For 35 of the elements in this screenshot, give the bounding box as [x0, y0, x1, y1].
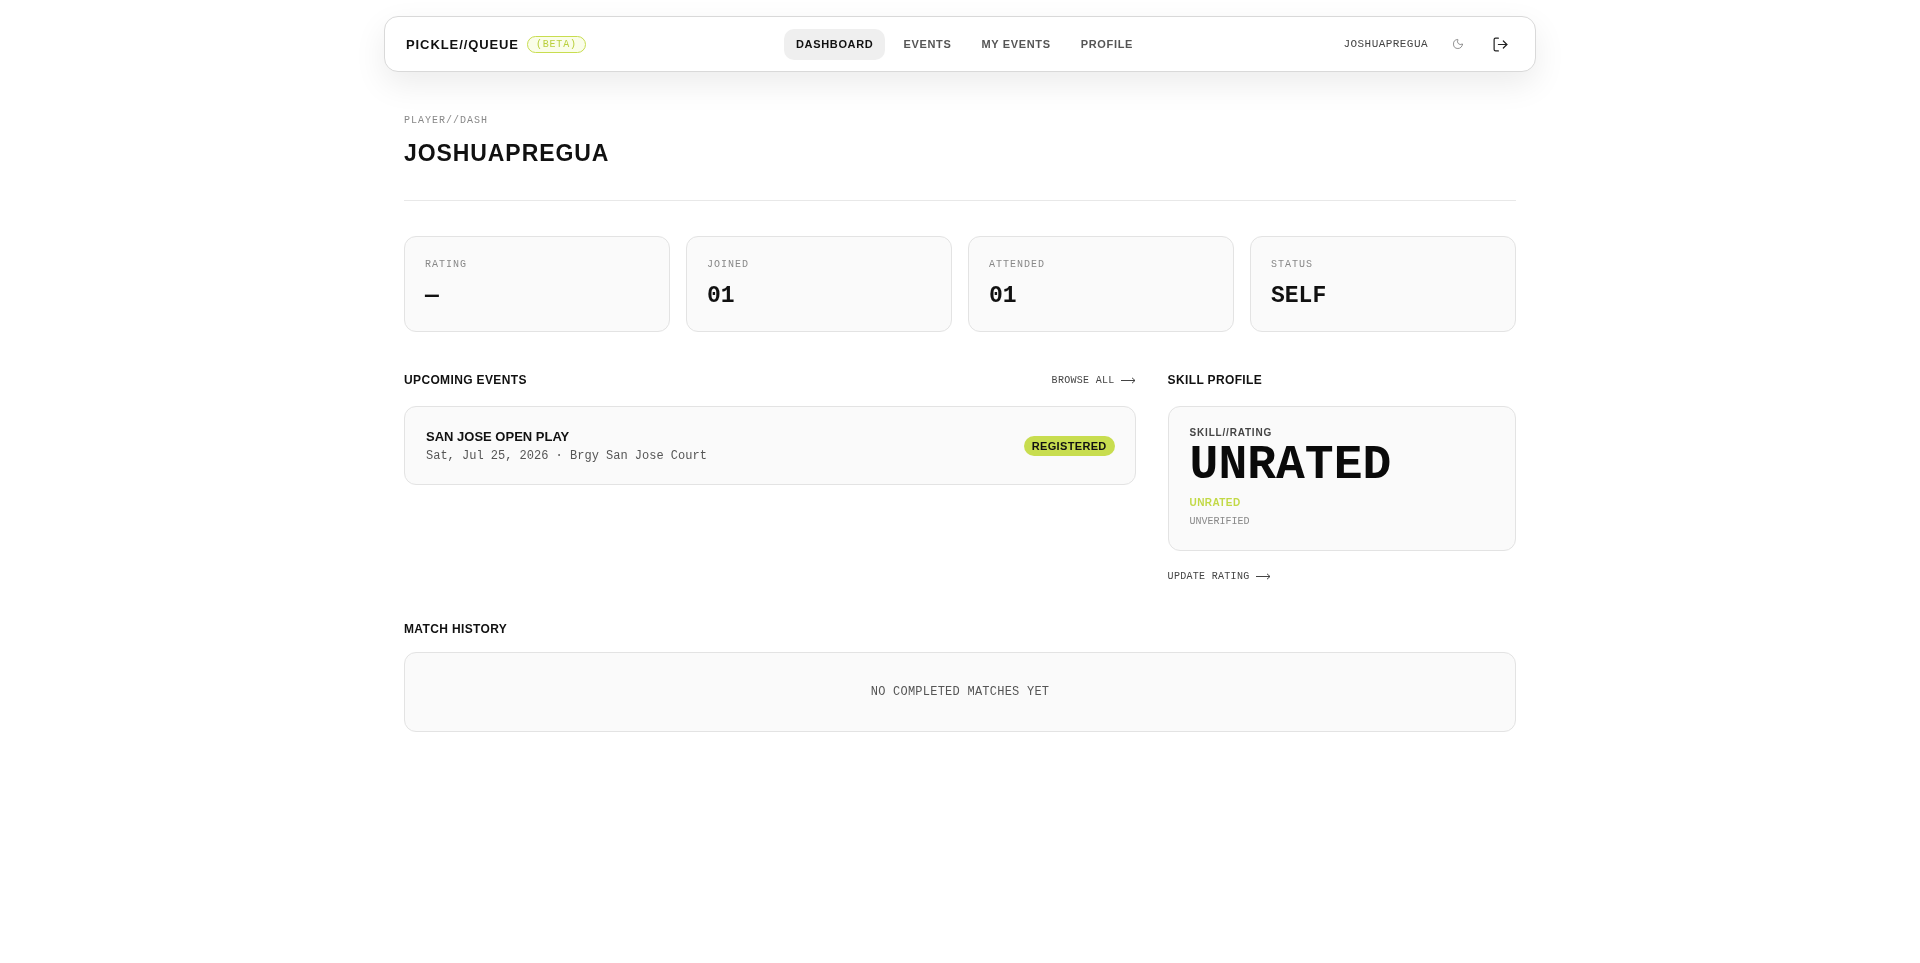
- beta-badge: (BETA): [526, 35, 586, 53]
- event-name: SAN JOSE OPEN PLAY: [426, 428, 571, 444]
- arrow-right-icon: [1120, 376, 1136, 384]
- section-title: MATCH HISTORY: [404, 622, 508, 636]
- nav-tab[interactable]: MY EVENTS: [969, 28, 1063, 60]
- stat-value: —: [425, 283, 440, 309]
- stat-value: 01: [989, 283, 1018, 309]
- event-details: Sat, Jul 25, 2026 · Brgy San Jose Court: [426, 448, 707, 463]
- skill-label: SKILL//RATING: [1189, 427, 1273, 438]
- update-rating-link[interactable]: UPDATE RATING: [1167, 571, 1271, 582]
- username: JOSHUAPREGUA: [1343, 38, 1428, 50]
- nav-tab[interactable]: EVENTS: [891, 28, 964, 60]
- stat-label: JOINED: [707, 259, 750, 270]
- section-title: UPCOMING EVENTS: [404, 373, 527, 387]
- section-title: SKILL PROFILE: [1167, 373, 1263, 387]
- moon-icon: [1452, 38, 1464, 50]
- stat-value: SELF: [1271, 283, 1328, 309]
- arrow-right-icon: [1255, 573, 1271, 580]
- status-badge: REGISTERED: [1023, 435, 1115, 456]
- page-eyebrow: PLAYER//DASH: [404, 115, 488, 126]
- browse-all-link[interactable]: BROWSE ALL: [1051, 374, 1136, 386]
- stat-label: RATING: [425, 259, 468, 270]
- stat-label: ATTENDED: [989, 259, 1046, 270]
- empty-message: NO COMPLETED MATCHES YET: [870, 685, 1050, 699]
- nav-tab[interactable]: DASHBOARD: [783, 28, 886, 60]
- logo[interactable]: PICKLE//QUEUE: [406, 36, 519, 52]
- verification-label: UNVERIFIED: [1189, 516, 1250, 527]
- stat-value: 01: [707, 283, 736, 309]
- event-card[interactable]: SAN JOSE OPEN PLAY Sat, Jul 25, 2026 · Brgy San Jose Court REGISTERED: [404, 406, 1136, 485]
- stat-label: STATUS: [1271, 259, 1314, 270]
- logout-icon: [1492, 35, 1509, 53]
- nav-tab[interactable]: PROFILE: [1068, 28, 1145, 60]
- page-title: JOSHUAPREGUA: [404, 140, 610, 167]
- skill-rating-value: UNRATED: [1189, 440, 1392, 490]
- rating-tier-label: UNRATED: [1189, 497, 1241, 508]
